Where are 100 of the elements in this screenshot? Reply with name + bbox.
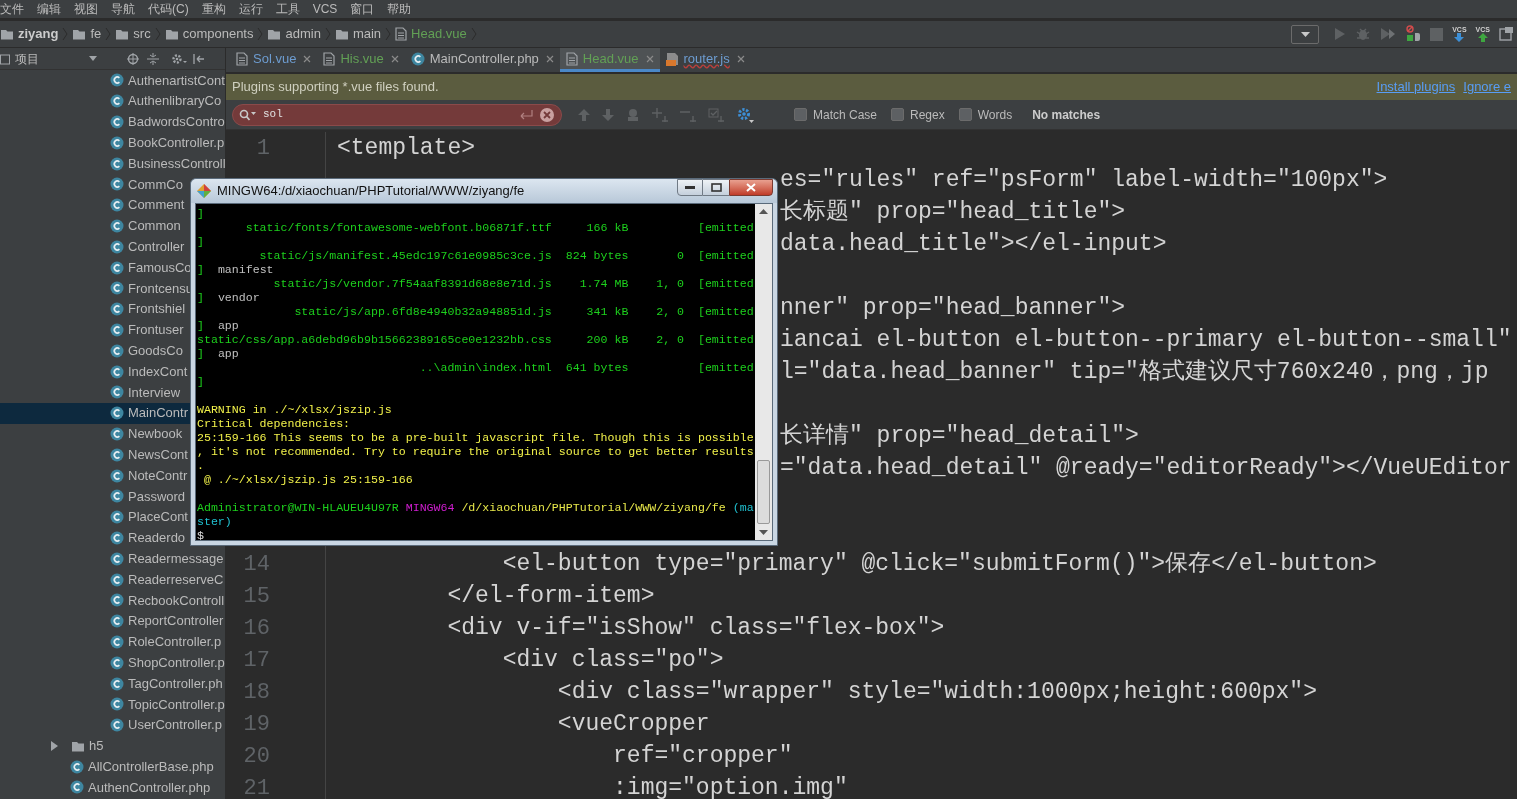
menu-item[interactable]: VCS	[312, 0, 338, 18]
menu-item[interactable]: 工具	[275, 0, 300, 18]
tree-file[interactable]: AuthenController.php	[88, 777, 211, 798]
tree-file[interactable]: Frontuser	[128, 320, 184, 340]
folder-icon	[164, 27, 179, 41]
tree-file[interactable]: BookController.p	[128, 133, 225, 153]
tree-file[interactable]: Interview	[128, 382, 181, 403]
tree-file[interactable]: AuthenlibraryCo	[128, 91, 222, 111]
search-field[interactable]: sol	[232, 103, 562, 126]
menu-item[interactable]: 重构	[201, 0, 226, 18]
tree-file[interactable]: Readermessage	[128, 548, 224, 569]
arrow-down-icon	[602, 108, 614, 121]
tree-file[interactable]: ShopController.p	[128, 652, 225, 673]
arrow-down-icon	[1454, 33, 1465, 42]
tree-file[interactable]: Frontshiel	[128, 299, 186, 319]
class-icon	[110, 177, 124, 192]
tree-file[interactable]: NoteContr	[128, 465, 188, 486]
editor-tab[interactable]: router.js	[659, 48, 751, 72]
tree-file[interactable]: Readerdo	[128, 528, 186, 548]
breadcrumb-item[interactable]: src	[133, 24, 151, 44]
editor-tab[interactable]: His.vue	[317, 48, 405, 72]
tree-file[interactable]: Controller	[128, 237, 185, 257]
tree-file[interactable]: PlaceCont	[128, 507, 188, 527]
class-icon	[110, 135, 124, 150]
tree-file[interactable]: Newbook	[128, 424, 183, 444]
menu-item[interactable]: 导航	[111, 0, 135, 18]
tree-file[interactable]: AuthenartistCont	[128, 70, 225, 91]
folder-icon	[334, 27, 349, 41]
maximize-button[interactable]	[703, 179, 729, 196]
checkbox[interactable]	[891, 108, 905, 121]
tree-file[interactable]: Frontcensu	[128, 278, 194, 299]
tree-file[interactable]: RecbookControll	[128, 590, 225, 611]
breadcrumb-item[interactable]: fe	[90, 24, 102, 44]
search-input[interactable]: sol	[263, 106, 513, 123]
class-icon	[110, 510, 124, 525]
checkbox[interactable]	[958, 108, 972, 121]
tree-file[interactable]: IndexCont	[128, 361, 188, 382]
debug-attach-icon	[1405, 25, 1422, 43]
tree-file[interactable]: UserController.p	[128, 715, 222, 735]
class-icon	[110, 73, 124, 88]
folder-icon	[115, 27, 130, 41]
code-line: data.head_title"></el-input>	[780, 229, 1167, 259]
checkbox[interactable]	[794, 108, 807, 121]
menu-item[interactable]: 文件	[0, 0, 24, 18]
breadcrumb-item[interactable]: components	[182, 24, 254, 44]
menu-item[interactable]: 编辑	[37, 0, 61, 18]
line-number: 14	[242, 550, 270, 579]
file-icon	[395, 27, 408, 41]
tree-file[interactable]: Comment	[128, 195, 185, 215]
tree-file[interactable]: CommCo	[128, 174, 183, 195]
menu-item[interactable]: 窗口	[350, 0, 375, 18]
class-icon	[70, 759, 84, 774]
arrow-up-icon	[1477, 33, 1488, 42]
checkbox-label[interactable]: Words	[977, 105, 1013, 124]
tree-file[interactable]: Password	[128, 486, 186, 507]
class-icon	[110, 322, 124, 337]
run-config-dropdown[interactable]	[1291, 24, 1320, 44]
tree-file[interactable]: ReaderreserveC	[128, 569, 224, 590]
menu-item[interactable]: 视图	[74, 0, 98, 18]
arrow-down-icon	[759, 530, 768, 535]
class-icon	[110, 718, 124, 733]
tree-file[interactable]: ReportController	[128, 611, 224, 631]
menu-item[interactable]: 运行	[238, 0, 263, 18]
tree-file[interactable]: Common	[128, 216, 181, 236]
class-icon	[110, 218, 124, 233]
tree-file[interactable]: FamousCo	[128, 257, 192, 278]
code-line: l="data.head_banner" tip="格式建议尺寸760x240，png，jp	[780, 357, 1489, 387]
breadcrumb-item[interactable]: admin	[285, 24, 321, 44]
breadcrumb-item[interactable]: Head.vue	[411, 24, 467, 44]
editor-tab[interactable]: MainController.php	[404, 48, 560, 72]
menu-item[interactable]: 帮助	[387, 0, 412, 18]
close-button[interactable]	[729, 179, 773, 196]
minimize-button[interactable]	[677, 179, 703, 196]
scrollbar-thumb[interactable]	[757, 460, 770, 524]
code-line: <template>	[337, 133, 476, 163]
editor-tab[interactable]: Sol.vue	[230, 48, 318, 72]
tree-file[interactable]: AllControllerBase.php	[88, 756, 214, 777]
tree-folder[interactable]: h5	[89, 736, 104, 756]
tree-file[interactable]: BadwordsContro	[128, 112, 225, 132]
breadcrumb-item[interactable]: main	[352, 24, 382, 44]
breadcrumb-item[interactable]: ziyang	[18, 24, 59, 44]
line-number: 1	[255, 134, 270, 163]
file-icon	[565, 51, 578, 66]
tree-file[interactable]: GoodsCo	[128, 341, 183, 361]
tree-file[interactable]: NewsCont	[128, 445, 188, 465]
checkbox-label[interactable]: Match Case	[813, 105, 878, 124]
menu-item[interactable]: 代码(C)	[148, 0, 189, 18]
tree-file[interactable]: RoleController.p	[128, 632, 222, 652]
class-icon	[110, 468, 124, 483]
tree-file[interactable]: TopicController.p	[128, 694, 225, 715]
panel-title[interactable]: 项目	[15, 49, 39, 68]
class-icon	[110, 697, 124, 712]
tree-file[interactable]: BusinessControll	[128, 153, 225, 174]
checkbox-label[interactable]: Regex	[910, 105, 945, 124]
class-icon	[110, 593, 124, 608]
tree-file[interactable]: TagController.ph	[128, 673, 223, 694]
line-number: 15	[242, 582, 270, 611]
class-icon	[110, 489, 124, 504]
scrollbar[interactable]	[755, 204, 772, 540]
code-line: 长标题" prop="head_title">	[780, 197, 1126, 227]
